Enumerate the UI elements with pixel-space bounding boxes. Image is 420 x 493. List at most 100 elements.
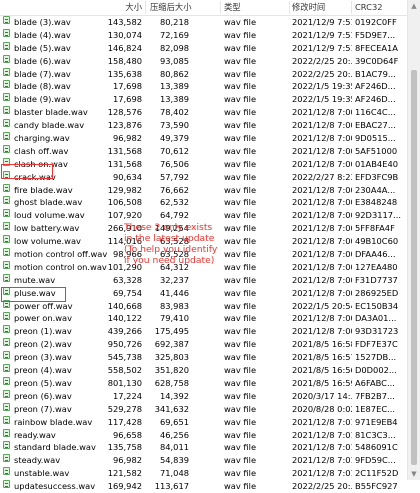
file-row[interactable]: preon (5).wav 801,130 628,758 wav file 2021/… <box>0 376 408 390</box>
file-row[interactable]: preon (1).wav 439,266 175,495 wav file 2021/… <box>0 325 408 338</box>
wav-file-icon <box>3 402 10 411</box>
file-row[interactable]: charging.wav 96,982 49,379 wav file 2021/12/… <box>0 132 408 145</box>
file-size: 130,074 <box>107 29 142 40</box>
file-crc: F5D9E7... <box>355 29 396 40</box>
file-modified: 2021/12/8 7:01 <box>292 442 352 453</box>
file-compressed-size: 83,983 <box>159 300 189 311</box>
file-row[interactable]: blade (7).wav 135,638 80,862 wav file 2022/2… <box>0 67 408 81</box>
file-modified: 2022/2/25 20:... <box>292 481 352 492</box>
file-row[interactable]: preon (7).wav 529,278 341,632 wav file 2020/… <box>0 402 408 416</box>
file-modified: 2021/12/9 7:51 <box>292 29 352 40</box>
file-row[interactable]: mute.wav 63,328 32,237 wav file 2021/12/8 7:… <box>0 273 408 287</box>
file-row[interactable]: power on.wav 140,122 79,410 wav file 2021/12… <box>0 312 408 325</box>
column-crc[interactable]: CRC32 <box>355 0 395 15</box>
file-crc: EC150B34 <box>355 300 399 311</box>
file-crc: 0192C0FF <box>355 17 397 27</box>
file-crc: E3848248 <box>355 197 398 208</box>
scroll-up-icon[interactable]: ▲ <box>408 0 420 12</box>
file-row[interactable]: unstable.wav 121,582 71,048 wav file 2021/12… <box>0 467 408 480</box>
wav-file-icon <box>3 16 10 24</box>
file-type: wav file <box>224 68 257 79</box>
file-compressed-size: 49,379 <box>159 133 189 144</box>
file-modified: 2021/12/8 7:00 <box>292 236 352 247</box>
file-type: wav file <box>224 120 257 131</box>
file-modified: 2022/1/5 19:35 <box>292 81 352 92</box>
file-row[interactable]: ghost blade.wav 106,508 62,532 wav file 2021… <box>0 196 408 209</box>
file-type: wav file <box>224 274 257 285</box>
file-row[interactable]: crack.wav 90,634 57,792 wav file 2022/2/27 8… <box>0 170 408 184</box>
file-row[interactable]: loud volume.wav 107,920 64,792 wav file 2021… <box>0 209 408 222</box>
file-row[interactable]: blade (6).wav 158,480 93,085 wav file 2022/2… <box>0 54 408 68</box>
file-row[interactable]: preon (4).wav 558,502 351,820 wav file 2021/… <box>0 364 408 377</box>
file-row[interactable]: blade (4).wav 130,074 72,169 wav file 2021/1… <box>0 28 408 42</box>
file-row[interactable]: candy blade.wav 123,876 73,590 wav file 2021… <box>0 119 408 132</box>
file-modified: 2021/12/9 7:51 <box>292 17 352 27</box>
file-compressed-size: 84,011 <box>159 442 189 453</box>
file-crc: 5AF51000 <box>355 145 398 156</box>
column-compressed[interactable]: 压缩后大小 <box>150 0 194 15</box>
file-crc: 127EA480 <box>355 261 398 272</box>
file-compressed-size: 54,839 <box>159 455 189 466</box>
file-size: 17,224 <box>112 390 142 401</box>
file-row[interactable]: blade (8).wav 17,698 13,389 wav file 2022/1/… <box>0 80 408 93</box>
file-row[interactable]: preon (6).wav 17,224 14,392 wav file 2020/3/… <box>0 389 408 403</box>
wav-file-icon <box>3 93 10 102</box>
file-modified: 2021/12/8 7:00 <box>292 223 352 234</box>
file-type: wav file <box>224 107 257 118</box>
file-row[interactable]: blade (3).wav 143,582 80,218 wav file 2021/1… <box>0 16 408 29</box>
wav-file-icon <box>3 467 10 476</box>
column-type[interactable]: 类型 <box>224 0 264 15</box>
file-row[interactable]: blaster blade.wav 128,576 78,402 wav file 20… <box>0 106 408 119</box>
file-row[interactable]: rainbow blade.wav 117,428 69,651 wav file 20… <box>0 415 408 429</box>
file-compressed-size: 351,820 <box>154 365 189 376</box>
file-modified: 2021/8/5 16:59 <box>292 377 352 388</box>
file-crc: 1527DB... <box>355 352 397 363</box>
file-crc: 2C11F52D <box>355 468 399 479</box>
wav-file-icon <box>3 222 10 231</box>
scroll-thumb[interactable] <box>411 70 417 465</box>
file-row[interactable]: standard blade.wav 135,758 84,011 wav file 2… <box>0 441 408 454</box>
file-modified: 2021/12/8 7:00 <box>292 249 352 260</box>
file-compressed-size: 692,387 <box>154 339 189 350</box>
file-crc: FDF7E37C <box>355 339 398 350</box>
column-modified[interactable]: 修改时间 <box>292 0 342 15</box>
file-size: 17,698 <box>112 94 142 105</box>
file-row[interactable]: ready.wav 96,658 46,256 wav file 2021/12/8 7… <box>0 428 408 442</box>
file-row[interactable]: blade (9).wav 17,698 13,389 wav file 2022/1/… <box>0 93 408 106</box>
file-type: wav file <box>224 390 257 401</box>
file-row[interactable]: preon (3).wav 545,738 325,803 wav file 2021/… <box>0 351 408 364</box>
file-size: 950,726 <box>107 339 142 350</box>
file-crc: 81C3C3... <box>355 429 396 440</box>
file-crc: B1AC79... <box>355 68 396 79</box>
file-size: 96,982 <box>112 455 142 466</box>
file-compressed-size: 113,617 <box>154 481 189 492</box>
file-crc: F31D7737 <box>355 274 398 285</box>
file-row[interactable]: fire blade.wav 129,982 76,662 wav file 2021/… <box>0 183 408 197</box>
highlight-crack <box>1 164 53 179</box>
file-compressed-size: 78,402 <box>159 107 189 118</box>
file-crc: 7FB2B7... <box>355 390 395 401</box>
file-row[interactable]: updatesuccess.wav 169,942 113,617 wav file 2… <box>0 480 408 493</box>
file-modified: 2021/12/8 7:00 <box>292 120 352 131</box>
scroll-down-icon[interactable]: ▼ <box>408 468 420 480</box>
file-row[interactable]: steady.wav 96,982 54,839 wav file 2021/12/8 … <box>0 454 408 467</box>
vertical-scrollbar[interactable]: ▲ ▼ <box>407 0 420 480</box>
file-row[interactable]: clash on.wav 131,568 76,506 wav file 2021/12… <box>0 157 408 171</box>
file-size: 96,658 <box>112 429 142 440</box>
file-modified: 2022/2/25 20:... <box>292 55 352 66</box>
wav-file-icon <box>3 144 10 153</box>
file-size: 140,122 <box>107 313 142 324</box>
file-crc: 116C4C... <box>355 107 396 118</box>
file-crc: 230A4A... <box>355 184 396 195</box>
file-modified: 2021/12/8 7:00 <box>292 261 352 272</box>
column-size[interactable]: 大小 <box>110 0 142 15</box>
wav-file-icon <box>3 235 10 244</box>
file-row[interactable]: clash off.wav 131,568 70,612 wav file 2021/1… <box>0 144 408 158</box>
file-row[interactable]: blade (5).wav 146,824 82,098 wav file 2021/1… <box>0 41 408 55</box>
file-type: wav file <box>224 236 257 247</box>
file-compressed-size: 57,792 <box>159 171 189 182</box>
file-type: wav file <box>224 429 257 440</box>
file-type: wav file <box>224 287 257 298</box>
file-size: 123,876 <box>107 120 142 131</box>
file-row[interactable]: preon (2).wav 950,726 692,387 wav file 2021/… <box>0 338 408 351</box>
